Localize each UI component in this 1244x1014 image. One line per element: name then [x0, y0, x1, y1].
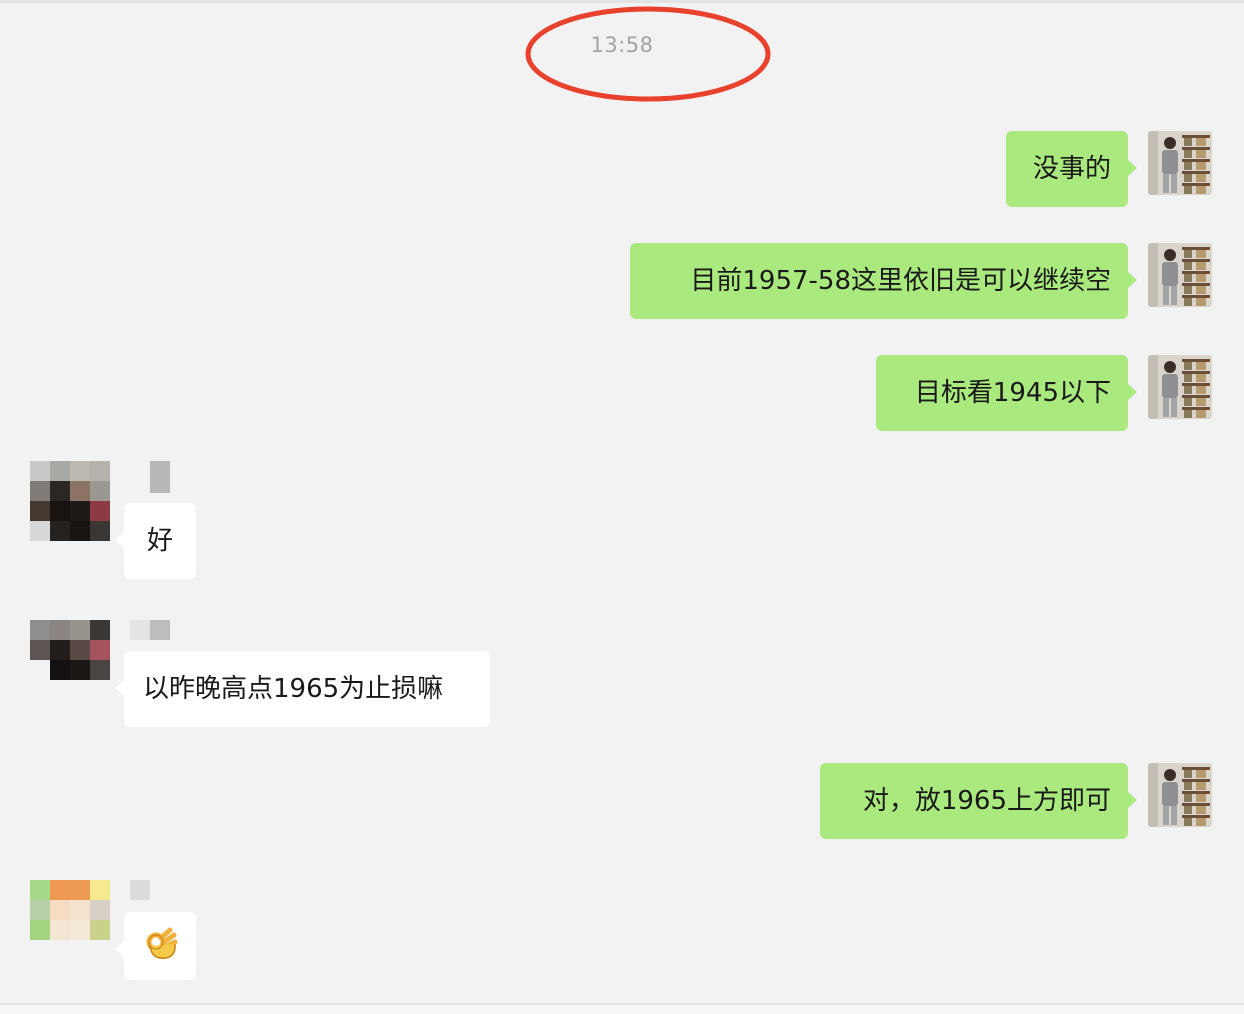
message-bubble-incoming[interactable]: 好	[115, 503, 196, 579]
obscured-sender-name	[130, 880, 150, 900]
message-bubble-outgoing[interactable]: 没事的	[1006, 131, 1137, 207]
self-avatar[interactable]	[1148, 355, 1212, 419]
message-bubble-outgoing[interactable]: 目标看1945以下	[876, 355, 1137, 431]
obscured-sender-name	[150, 461, 170, 493]
chat-window: 13:58 没事的 目前1957-58这里依旧是可以继续空 目标看1945以下 …	[0, 0, 1244, 1014]
message-text: 没事的	[1032, 154, 1111, 184]
pixelated-avatar[interactable]	[30, 620, 110, 680]
ok-hand-icon	[146, 927, 178, 959]
message-text: 目前1957-58这里依旧是可以继续空	[690, 266, 1111, 296]
message-bubble-outgoing[interactable]: 对，放1965上方即可	[820, 763, 1137, 839]
message-bubble-incoming[interactable]: 以昨晚高点1965为止损嘛	[115, 651, 490, 727]
highlight-ellipse-annotation	[525, 6, 771, 102]
self-avatar[interactable]	[1148, 763, 1212, 827]
top-divider	[0, 0, 1244, 3]
obscured-sender-name	[130, 620, 170, 640]
message-text: 好	[146, 526, 173, 556]
message-text: 以昨晚高点1965为止损嘛	[143, 674, 444, 704]
message-bubble-outgoing[interactable]: 目前1957-58这里依旧是可以继续空	[630, 243, 1137, 319]
message-bubble-incoming[interactable]	[115, 912, 196, 980]
self-avatar[interactable]	[1148, 131, 1212, 195]
pixelated-avatar[interactable]	[30, 461, 110, 541]
pixelated-avatar[interactable]	[30, 880, 110, 940]
self-avatar[interactable]	[1148, 243, 1212, 307]
message-text: 对，放1965上方即可	[862, 786, 1111, 816]
bottom-strip	[0, 1005, 1244, 1014]
message-text: 目标看1945以下	[914, 378, 1111, 408]
